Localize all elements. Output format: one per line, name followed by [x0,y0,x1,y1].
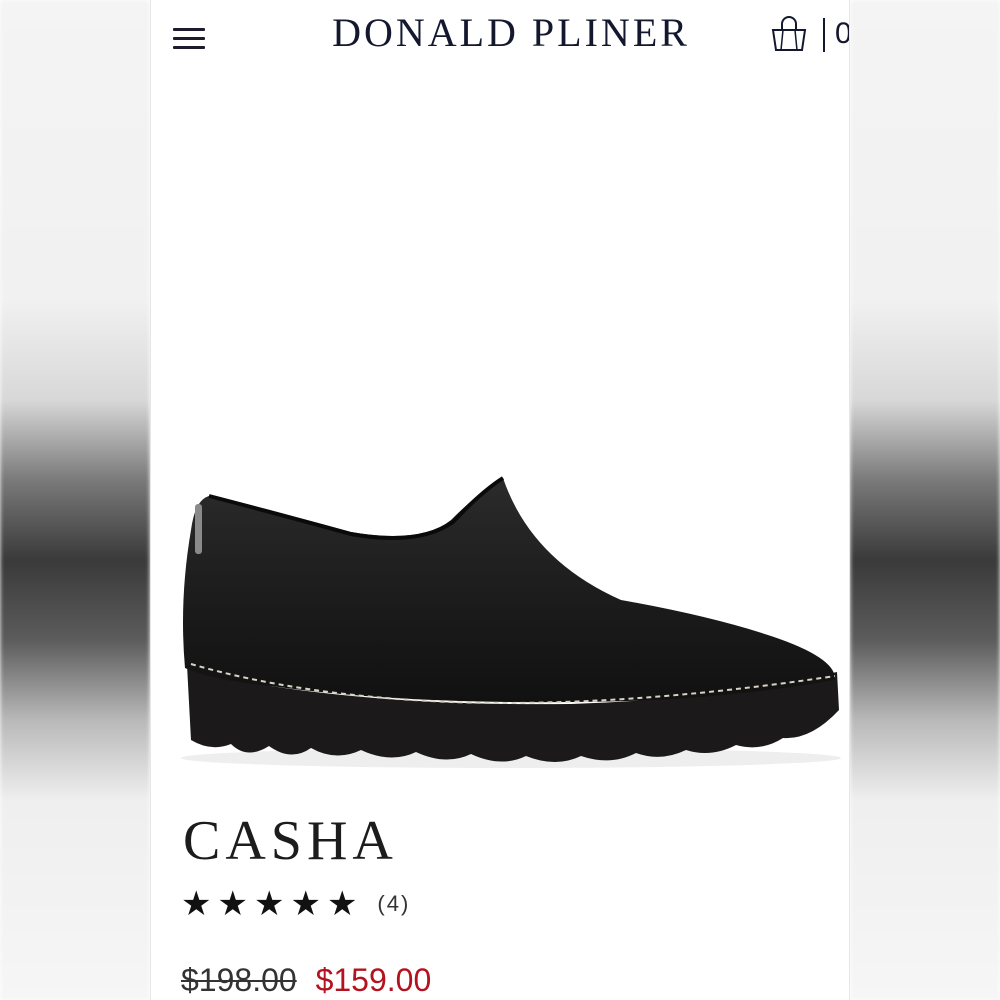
cart-count[interactable]: 0 [835,14,849,54]
product-image[interactable] [151,440,850,780]
star-icon: ★ [253,885,285,923]
phone-screen: DONALD PLINER 0 CASHA ★ ★ ★ ★ [150,0,850,1000]
star-icon: ★ [217,885,248,923]
star-icon: ★ [181,885,212,923]
star-rating[interactable]: ★ ★ ★ ★ ★ (4) [181,884,410,924]
menu-line [173,46,205,49]
menu-line [173,37,205,40]
review-count[interactable]: (4) [377,891,410,917]
star-icon: ★ [326,885,358,923]
sale-price: $159.00 [315,962,432,998]
product-title: CASHA [183,810,398,872]
original-price: $198.00 [181,962,297,998]
hamburger-menu-icon[interactable] [171,26,207,52]
blurred-background-left [0,0,150,1000]
shopping-bag-icon[interactable] [769,16,809,52]
menu-line [173,28,205,31]
star-icon: ★ [290,885,321,923]
blurred-background-right [850,0,1000,1000]
price-block: $198.00 $159.00 [181,958,431,1000]
brand-logo[interactable]: DONALD PLINER [329,6,693,60]
header-divider [823,18,825,52]
